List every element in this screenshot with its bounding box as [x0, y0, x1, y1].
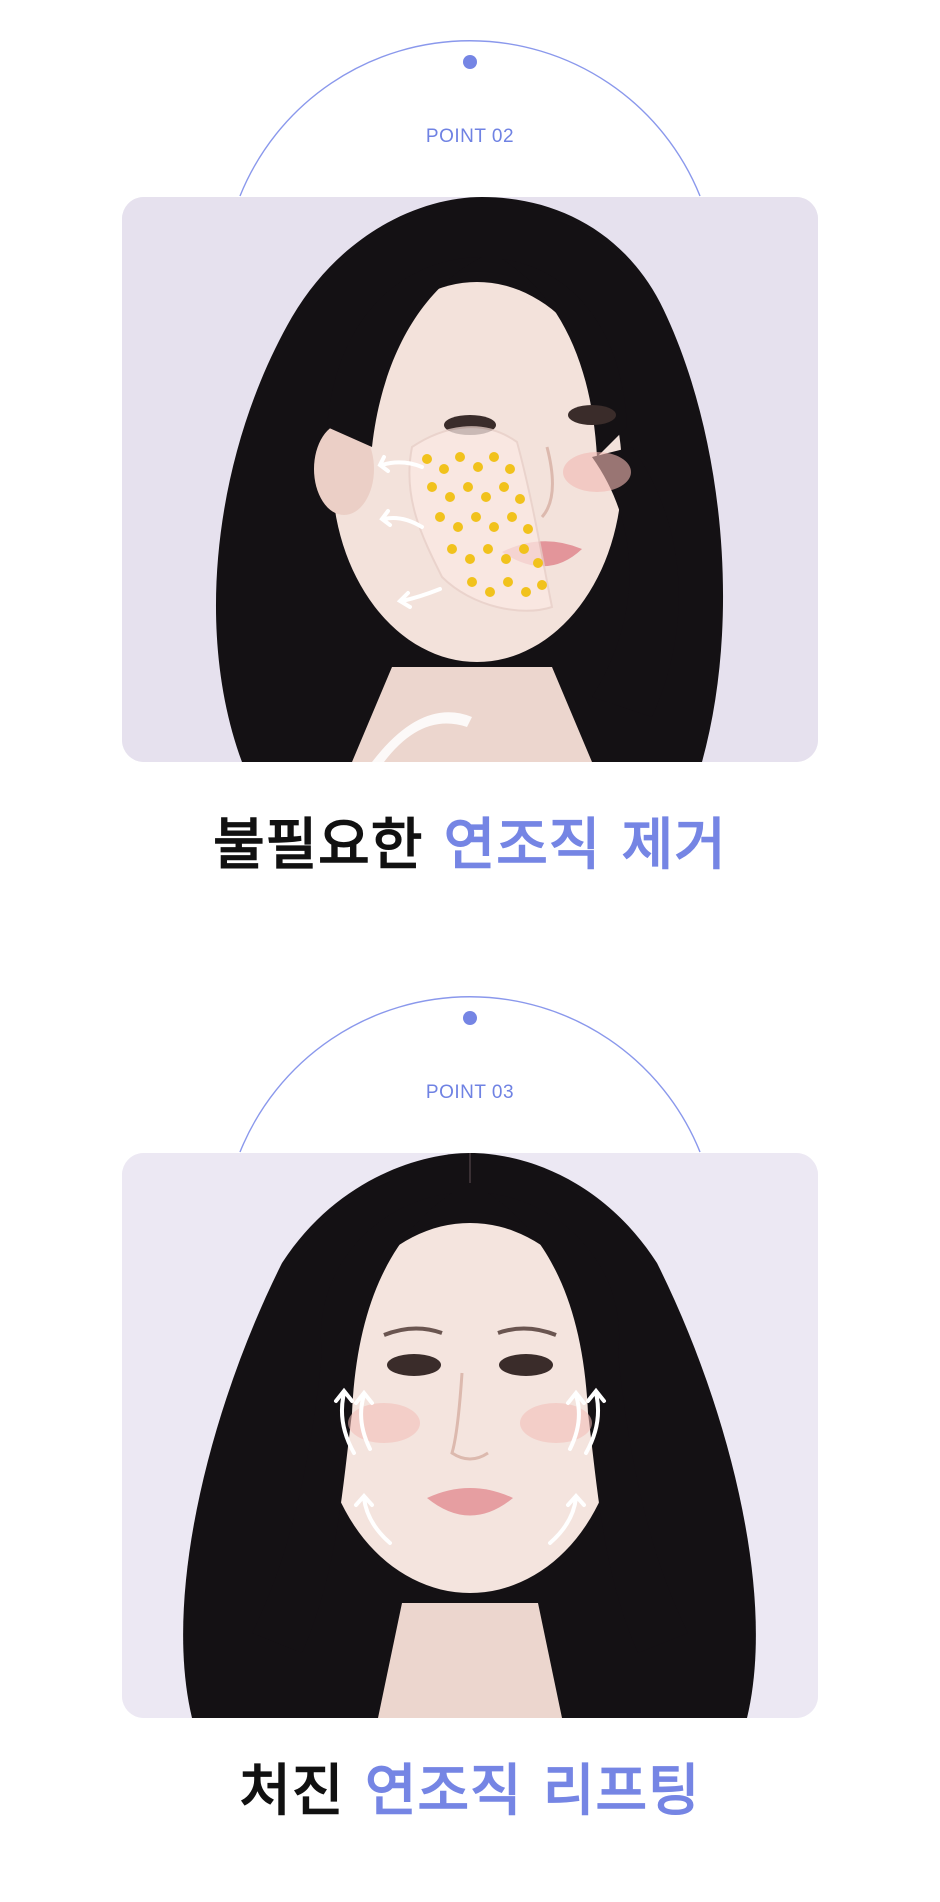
model-photo-lift: [122, 1153, 818, 1718]
point-02-section: POINT 02 불필요한 연조직 제거: [0, 0, 940, 946]
point-label: POINT 02: [425, 126, 515, 147]
arc-dot-icon: [463, 55, 477, 69]
point-label: POINT 03: [425, 1082, 515, 1103]
point-03-section: POINT 03 처진 연조직 리프팅: [0, 956, 940, 1902]
headline-dark: 처진: [239, 1759, 345, 1824]
headline-accent: 연조직 리프팅: [364, 1759, 701, 1824]
headline-accent: 연조직 제거: [443, 813, 727, 878]
headline: 불필요한 연조직 제거: [0, 800, 940, 881]
arc-dot-icon: [463, 1011, 477, 1025]
model-photo-cheek: [122, 197, 818, 762]
face-with-lifting-arrows-illustration: [122, 1153, 818, 1718]
headline: 처진 연조직 리프팅: [0, 1746, 940, 1827]
headline-dark: 불필요한: [213, 813, 424, 878]
face-with-cheek-fat-dots-illustration: [122, 197, 818, 762]
